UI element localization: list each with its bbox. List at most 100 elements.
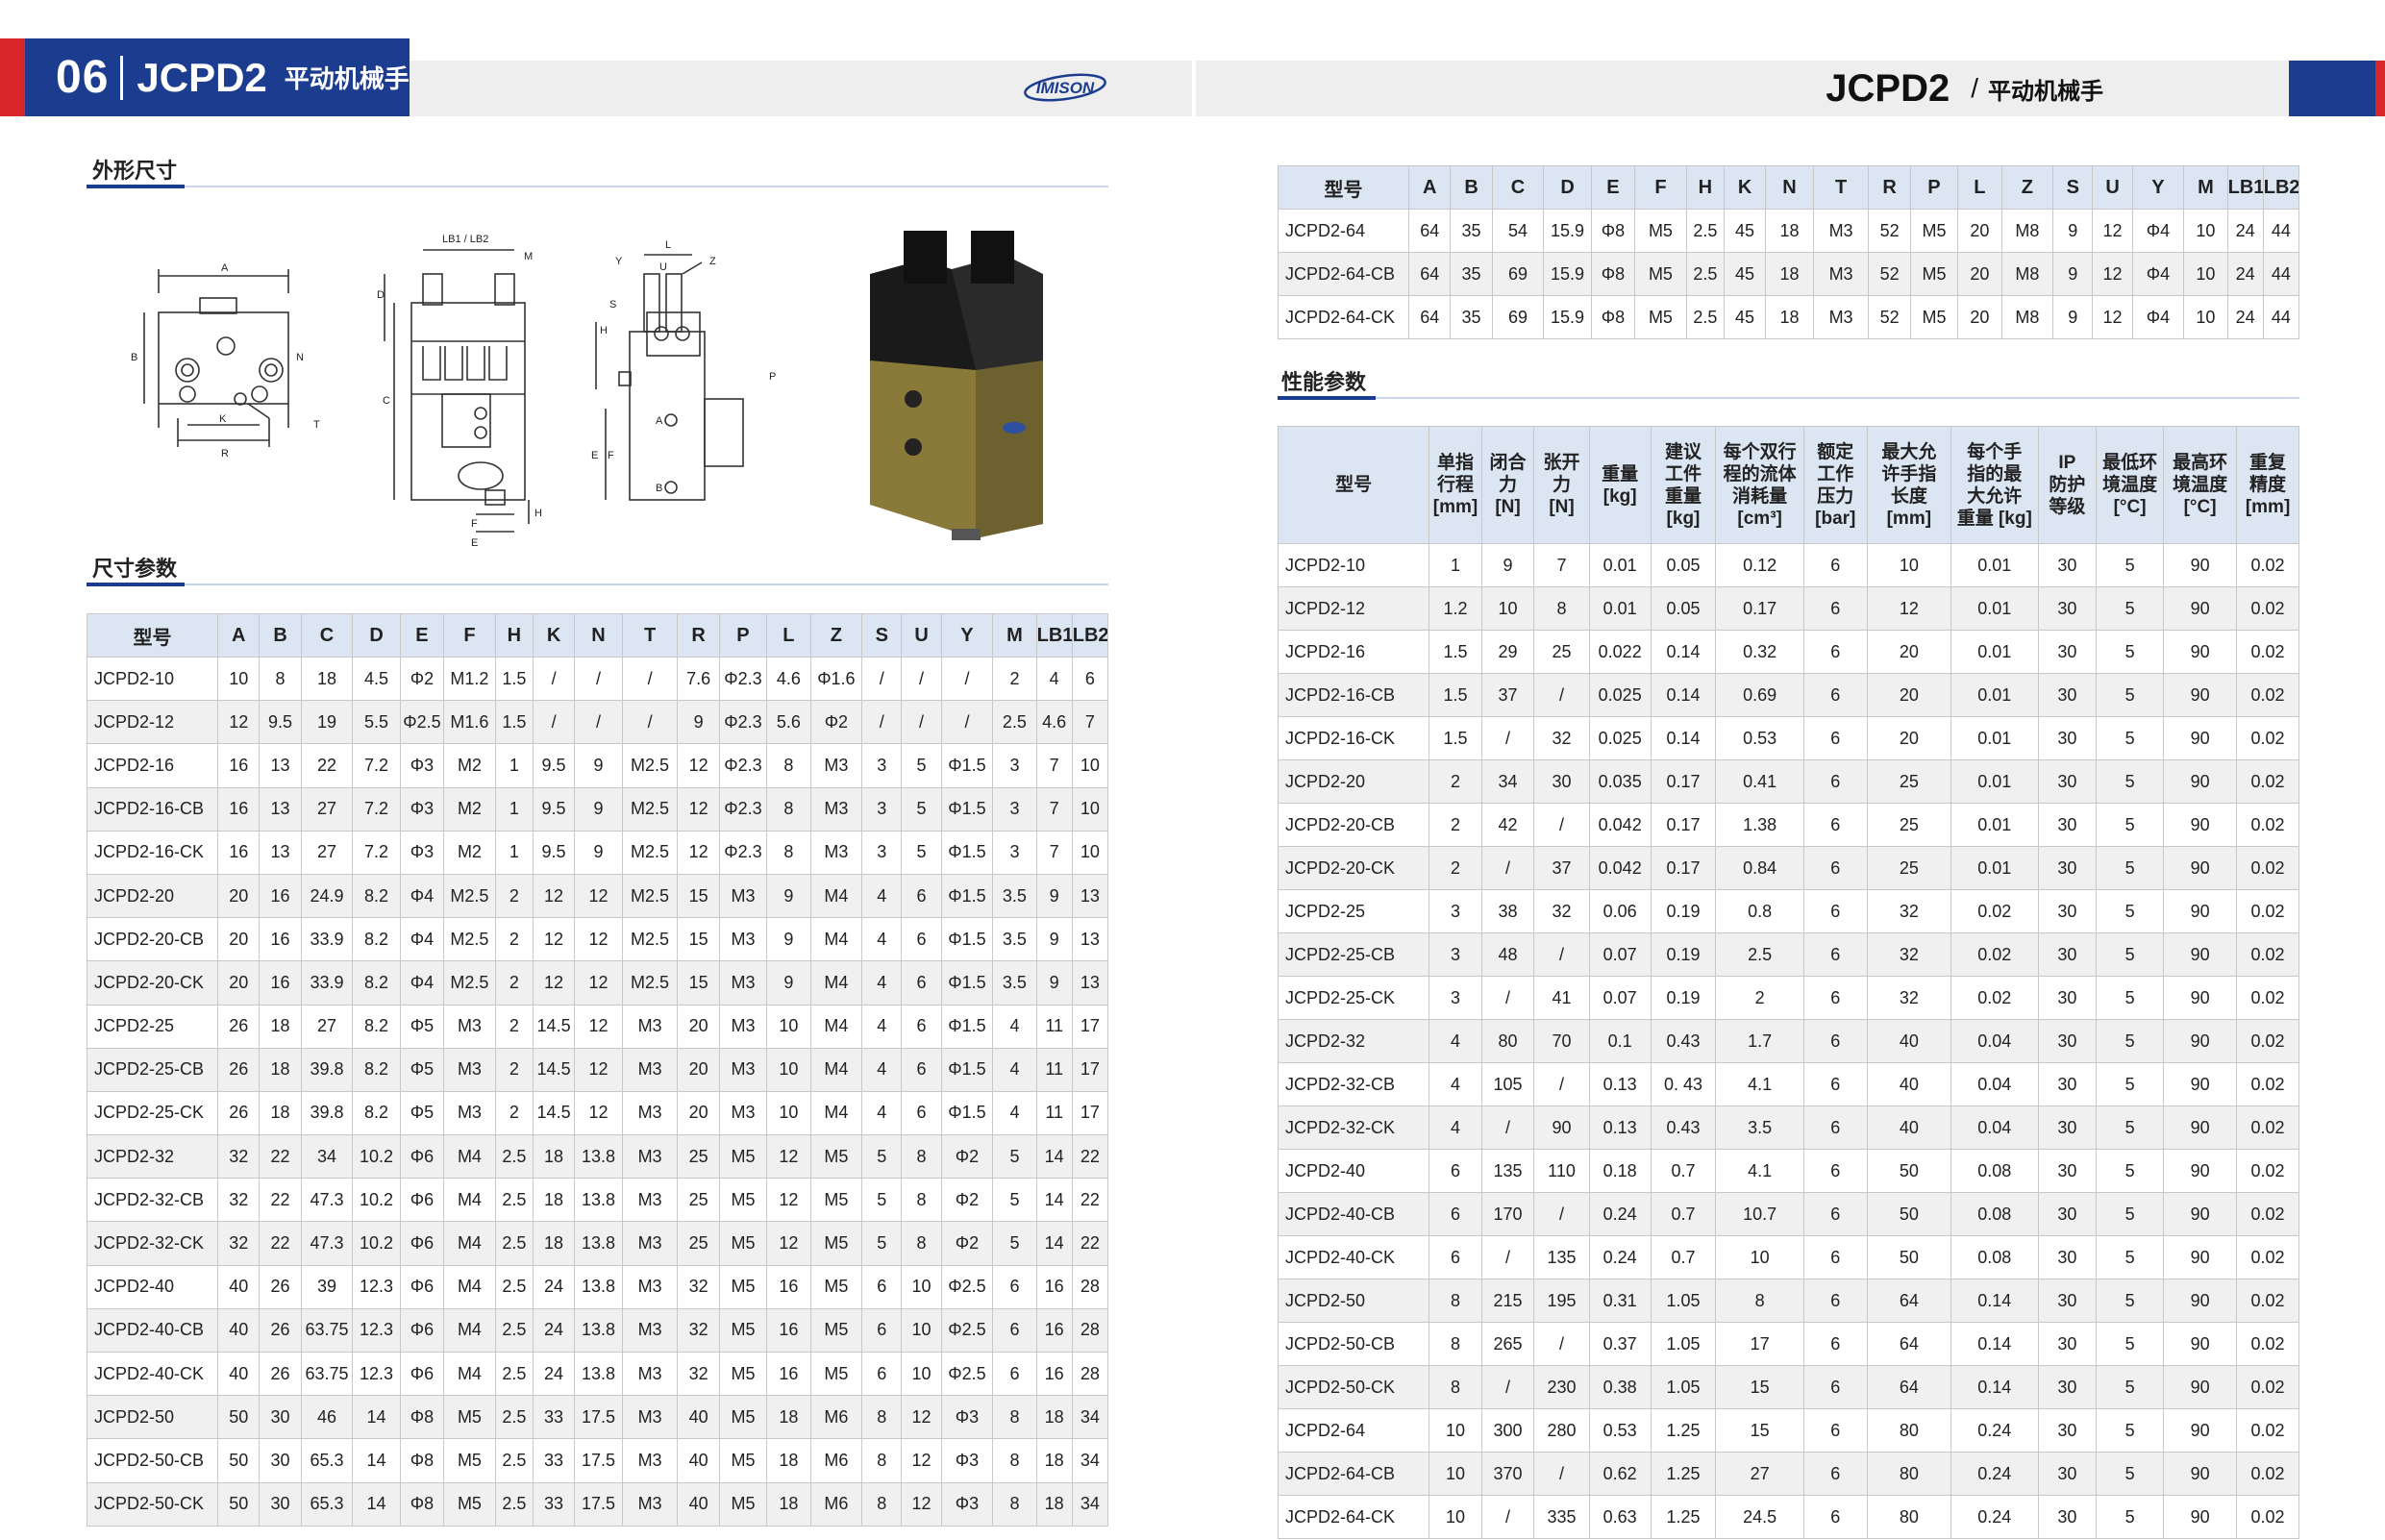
column-header: S	[861, 613, 903, 658]
section-title-performance: 性能参数	[1281, 370, 1367, 394]
value-cell: 16	[766, 1351, 811, 1397]
value-cell: /	[574, 700, 623, 745]
value-cell: Φ6	[399, 1221, 445, 1266]
value-cell: M3	[809, 786, 863, 832]
value-cell: /	[1480, 716, 1535, 760]
value-cell: 6	[1802, 846, 1868, 890]
value-cell: 30	[259, 1481, 302, 1527]
value-cell: 4	[861, 873, 903, 919]
right-header-red-tab	[2375, 61, 2385, 116]
value-cell: 90	[2163, 630, 2238, 674]
value-cell: M3	[718, 917, 768, 962]
label-side-lb: LB1 / LB2	[442, 234, 488, 245]
value-cell: 18	[259, 1047, 302, 1092]
value-cell: M4	[809, 960, 863, 1006]
value-cell: 30	[2037, 1408, 2098, 1453]
value-cell: 4	[1429, 1019, 1482, 1063]
value-cell: 10	[1866, 543, 1952, 587]
label-side-f: F	[471, 518, 478, 530]
value-cell: 0.01	[1588, 586, 1652, 631]
value-cell: 6	[1802, 1452, 1868, 1496]
value-cell: 26	[259, 1264, 302, 1309]
value-cell: 2.5	[1715, 932, 1804, 977]
value-cell: 9.5	[532, 743, 576, 788]
value-cell: 1.5	[494, 700, 534, 745]
value-cell: 0.02	[2236, 1495, 2299, 1539]
value-cell: 6	[1429, 1235, 1482, 1279]
model-cell: JCPD2-32-CB	[86, 1178, 219, 1223]
value-cell: 5	[2096, 976, 2165, 1020]
value-cell: 0.02	[2236, 586, 2299, 631]
value-cell: 52	[1868, 295, 1911, 339]
column-header: K	[532, 613, 576, 658]
value-cell: 65.3	[300, 1438, 354, 1483]
value-cell: 0.14	[1950, 1322, 2039, 1366]
value-cell: M2.5	[621, 960, 679, 1006]
value-cell: 11	[1035, 1004, 1073, 1049]
model-cell: JCPD2-25-CB	[86, 1047, 219, 1092]
value-cell: 6	[1802, 759, 1868, 804]
value-cell: 40	[1866, 1105, 1952, 1150]
column-header: E	[399, 613, 445, 658]
value-cell: 28	[1071, 1264, 1109, 1309]
value-cell: 22	[259, 1134, 302, 1180]
value-cell: 37	[1480, 673, 1535, 717]
value-cell: 12.3	[352, 1351, 401, 1397]
value-cell: 1.5	[494, 656, 534, 702]
table-row: JCPD2-20 2 34 30 0.035 0.17 0.41 6 25 0.01 30 5 90 0.…	[1277, 759, 2299, 804]
value-cell: 6	[1802, 1279, 1868, 1323]
column-header: H	[1685, 165, 1725, 210]
value-cell: 10	[2183, 252, 2228, 296]
value-cell: Φ3	[940, 1438, 994, 1483]
value-cell: M3	[621, 1395, 679, 1440]
value-cell: 64	[1408, 295, 1452, 339]
value-cell: M5	[718, 1134, 768, 1180]
value-cell: 5	[901, 743, 942, 788]
value-cell: 5	[2096, 1408, 2165, 1453]
column-header: C	[1491, 165, 1545, 210]
value-cell: M2.5	[621, 830, 679, 875]
value-cell: 28	[1071, 1307, 1109, 1354]
column-header: 型号	[1277, 165, 1410, 210]
column-header: Z	[809, 613, 863, 658]
model-cell: JCPD2-50	[1277, 1279, 1430, 1323]
value-cell: 15	[1715, 1408, 1804, 1453]
value-cell: 27	[300, 786, 354, 832]
value-cell: 0.17	[1650, 846, 1717, 890]
value-cell: M4	[809, 1047, 863, 1092]
value-cell: 135	[1480, 1149, 1535, 1193]
value-cell: 90	[2163, 716, 2238, 760]
value-cell: 0.17	[1715, 586, 1804, 631]
value-cell: 6	[1802, 716, 1868, 760]
value-cell: M2.5	[443, 917, 496, 962]
value-cell: 19	[300, 700, 354, 745]
value-cell: 8	[766, 786, 811, 832]
value-cell: 0. 43	[1650, 1062, 1717, 1106]
value-cell: 90	[2163, 673, 2238, 717]
table-row: JCPD2-40-CK 6/135 0.24 0.7 10 6 50 0.08 30 5 90 0.0…	[1277, 1235, 2299, 1279]
value-cell: 12	[1866, 586, 1952, 631]
value-cell: 10	[1480, 586, 1535, 631]
model-cell: JCPD2-20-CK	[1277, 846, 1430, 890]
value-cell: 0.025	[1588, 673, 1652, 717]
value-cell: 0.01	[1950, 543, 2039, 587]
value-cell: 0.18	[1588, 1149, 1652, 1193]
value-cell: 54	[1491, 209, 1545, 253]
label-front-k: K	[219, 413, 227, 425]
table-row: JCPD2-10 1 9 7 0.01 0.05 0.12 6 10 0.01 30 5 90 0.02	[1277, 543, 2299, 587]
value-cell: 12	[574, 917, 623, 962]
value-cell: 18	[532, 1134, 576, 1180]
table-row: JCPD2-50 50 30 46 14 Φ8 M5 2.5 33 17.5 M3 40 M5 18 M6 8…	[86, 1395, 1109, 1440]
value-cell: 16	[259, 873, 302, 919]
value-cell: 0.042	[1588, 846, 1652, 890]
value-cell: 12	[574, 960, 623, 1006]
value-cell: 25	[1866, 803, 1952, 847]
value-cell: 69	[1491, 295, 1545, 339]
value-cell: 370	[1480, 1452, 1535, 1496]
value-cell: 12	[574, 873, 623, 919]
value-cell: 12	[574, 1047, 623, 1092]
value-cell: 8.2	[352, 917, 401, 962]
value-cell: 0.53	[1588, 1408, 1652, 1453]
table-row: JCPD2-32-CK 32 22 47.3 10.2 Φ6 M4 2.5 18 13.8 M3 25…	[86, 1221, 1109, 1266]
value-cell: 90	[2163, 1452, 2238, 1496]
